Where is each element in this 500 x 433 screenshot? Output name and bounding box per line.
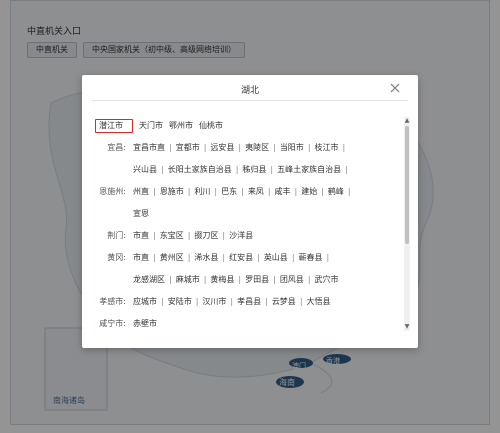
city-anlu[interactable]: 安陆市 [165, 294, 195, 310]
city-yiling[interactable]: 夷陵区 [242, 140, 272, 156]
row-yichang-1: 宜昌: 宜昌市直 | 宜都市 | 远安县 | 夷陵区 | 当阳市 | 枝江市 | [92, 140, 397, 156]
row-huanggang-1: 黄冈: 市直 | 黄州区 | 浠水县 | 红安县 | 英山县 | 蕲春县 | [92, 250, 397, 266]
city-duodao[interactable]: 掇刀区 [191, 228, 221, 244]
city-dangyang[interactable]: 当阳市 [277, 140, 307, 156]
row-jingmen: 荆门: 市直 | 东宝区 | 掇刀区 | 沙洋县 [92, 228, 397, 244]
province-modal: 湖北 潜江市 天门市 鄂州市 仙桃市 宜昌: 宜昌市直 | 宜都市 | 远安县 | 夷… [82, 75, 418, 348]
modal-title: 湖北 [240, 86, 259, 96]
city-xiantao[interactable]: 仙桃市 [196, 118, 226, 134]
city-longganhu[interactable]: 龙感湖区 [130, 272, 168, 288]
city-jianshi[interactable]: 建始 [298, 184, 320, 200]
row-huanggang-1-items: 市直 | 黄州区 | 浠水县 | 红安县 | 英山县 | 蕲春县 | [130, 250, 330, 266]
city-xingshan[interactable]: 兴山县 [130, 162, 160, 178]
city-dongbao[interactable]: 东宝区 [157, 228, 187, 244]
city-jingmen-direct[interactable]: 市直 [130, 228, 152, 244]
city-yingshan[interactable]: 英山县 [261, 250, 291, 266]
city-yunmeng[interactable]: 云梦县 [269, 294, 299, 310]
row-xiaogan-items: 应城市 | 安陆市 | 汉川市 | 孝昌县 | 云梦县 | 大悟县 [130, 294, 334, 310]
city-wuxue[interactable]: 武穴市 [312, 272, 342, 288]
row-huanggang-2-items: 龙感湖区 | 麻城市 | 黄梅县 | 罗田县 | 团风县 | 武穴市 [130, 272, 342, 288]
city-xiaochang[interactable]: 孝昌县 [234, 294, 264, 310]
city-luotian[interactable]: 罗田县 [242, 272, 272, 288]
row-direct-cities-items: 天门市 鄂州市 仙桃市 [136, 118, 226, 134]
row-jingmen-items: 市直 | 东宝区 | 掇刀区 | 沙洋县 [130, 228, 256, 244]
city-huangzhou[interactable]: 黄州区 [157, 250, 187, 266]
city-wufeng[interactable]: 五峰土家族自治县 [274, 162, 344, 178]
row-enshi-1: 恩施州: 州直 | 恩施市 | 利川 | 巴东 | 来凤 | 咸丰 | 建始 | 鹤峰 | [92, 184, 397, 200]
row-yichang-1-items: 宜昌市直 | 宜都市 | 远安县 | 夷陵区 | 当阳市 | 枝江市 | [130, 140, 346, 156]
scroll-down-icon[interactable]: ▼ [404, 323, 410, 331]
row-enshi-1-items: 州直 | 恩施市 | 利川 | 巴东 | 来凤 | 咸丰 | 建始 | 鹤峰 | [130, 184, 352, 200]
row-yichang-2-items: 兴山县 | 长阳土家族自治县 | 秭归县 | 五峰土家族自治县 | [130, 162, 349, 178]
city-laifeng[interactable]: 来凤 [245, 184, 267, 200]
vertical-scrollbar[interactable]: ▲ ▼ [404, 117, 410, 331]
city-qichun[interactable]: 蕲春县 [296, 250, 326, 266]
row-enshi-2-items: 宣恩 [130, 206, 152, 222]
city-enshi[interactable]: 恩施市 [157, 184, 187, 200]
city-hanchuan[interactable]: 汉川市 [199, 294, 229, 310]
city-tuanfeng[interactable]: 团风县 [277, 272, 307, 288]
row-xianning-items: 赤壁市 [130, 316, 160, 332]
row-yichang-2: 兴山县 | 长阳土家族自治县 | 秭归县 | 五峰土家族自治县 | [92, 162, 397, 178]
city-yuanan[interactable]: 远安县 [207, 140, 237, 156]
city-hongan[interactable]: 红安县 [226, 250, 256, 266]
city-chibi[interactable]: 赤壁市 [130, 316, 160, 332]
row-xianning: 咸宁市: 赤壁市 [92, 316, 397, 332]
row-xiaogan: 孝感市: 应城市 | 安陆市 | 汉川市 | 孝昌县 | 云梦县 | 大悟县 [92, 294, 397, 310]
close-icon[interactable] [388, 81, 402, 95]
city-huanggang-direct[interactable]: 市直 [130, 250, 152, 266]
scroll-thumb[interactable] [405, 126, 409, 244]
city-tianmen[interactable]: 天门市 [136, 118, 166, 134]
city-changyang[interactable]: 长阳土家族自治县 [165, 162, 235, 178]
city-ezhou[interactable]: 鄂州市 [166, 118, 196, 134]
city-xianfeng[interactable]: 咸丰 [272, 184, 294, 200]
city-xuanen[interactable]: 宣恩 [130, 206, 152, 222]
row-direct-cities: 潜江市 天门市 鄂州市 仙桃市 [92, 118, 397, 134]
city-zhijiang[interactable]: 枝江市 [312, 140, 342, 156]
city-macheng[interactable]: 麻城市 [173, 272, 203, 288]
region-label-yichang: 宜昌: [107, 143, 126, 152]
row-enshi-2: 宣恩 [92, 206, 397, 222]
region-label-xiaogan: 孝感市: [99, 297, 126, 306]
region-label-xianning: 咸宁市: [99, 319, 126, 328]
city-yingcheng[interactable]: 应城市 [130, 294, 160, 310]
modal-divider [92, 100, 408, 101]
city-xishui[interactable]: 浠水县 [191, 250, 221, 266]
city-lichuan[interactable]: 利川 [191, 184, 213, 200]
region-label-enshi: 恩施州: [99, 187, 126, 196]
city-qianjiang[interactable]: 潜江市 [99, 118, 123, 134]
city-huangmei[interactable]: 黄梅县 [207, 272, 237, 288]
scroll-up-icon[interactable]: ▲ [404, 117, 410, 125]
city-badong[interactable]: 巴东 [218, 184, 240, 200]
region-label-jingmen: 荆门: [107, 231, 126, 240]
city-yichang-direct[interactable]: 宜昌市直 [130, 140, 168, 156]
city-yidu[interactable]: 宜都市 [173, 140, 203, 156]
city-shayang[interactable]: 沙洋县 [226, 228, 256, 244]
city-dawu[interactable]: 大悟县 [304, 294, 334, 310]
city-zigui[interactable]: 秭归县 [239, 162, 269, 178]
city-hefeng[interactable]: 鹤峰 [325, 184, 347, 200]
row-huanggang-2: 龙感湖区 | 麻城市 | 黄梅县 | 罗田县 | 团风县 | 武穴市 [92, 272, 397, 288]
region-label-huanggang: 黄冈: [107, 253, 126, 262]
city-enshi-direct[interactable]: 州直 [130, 184, 152, 200]
